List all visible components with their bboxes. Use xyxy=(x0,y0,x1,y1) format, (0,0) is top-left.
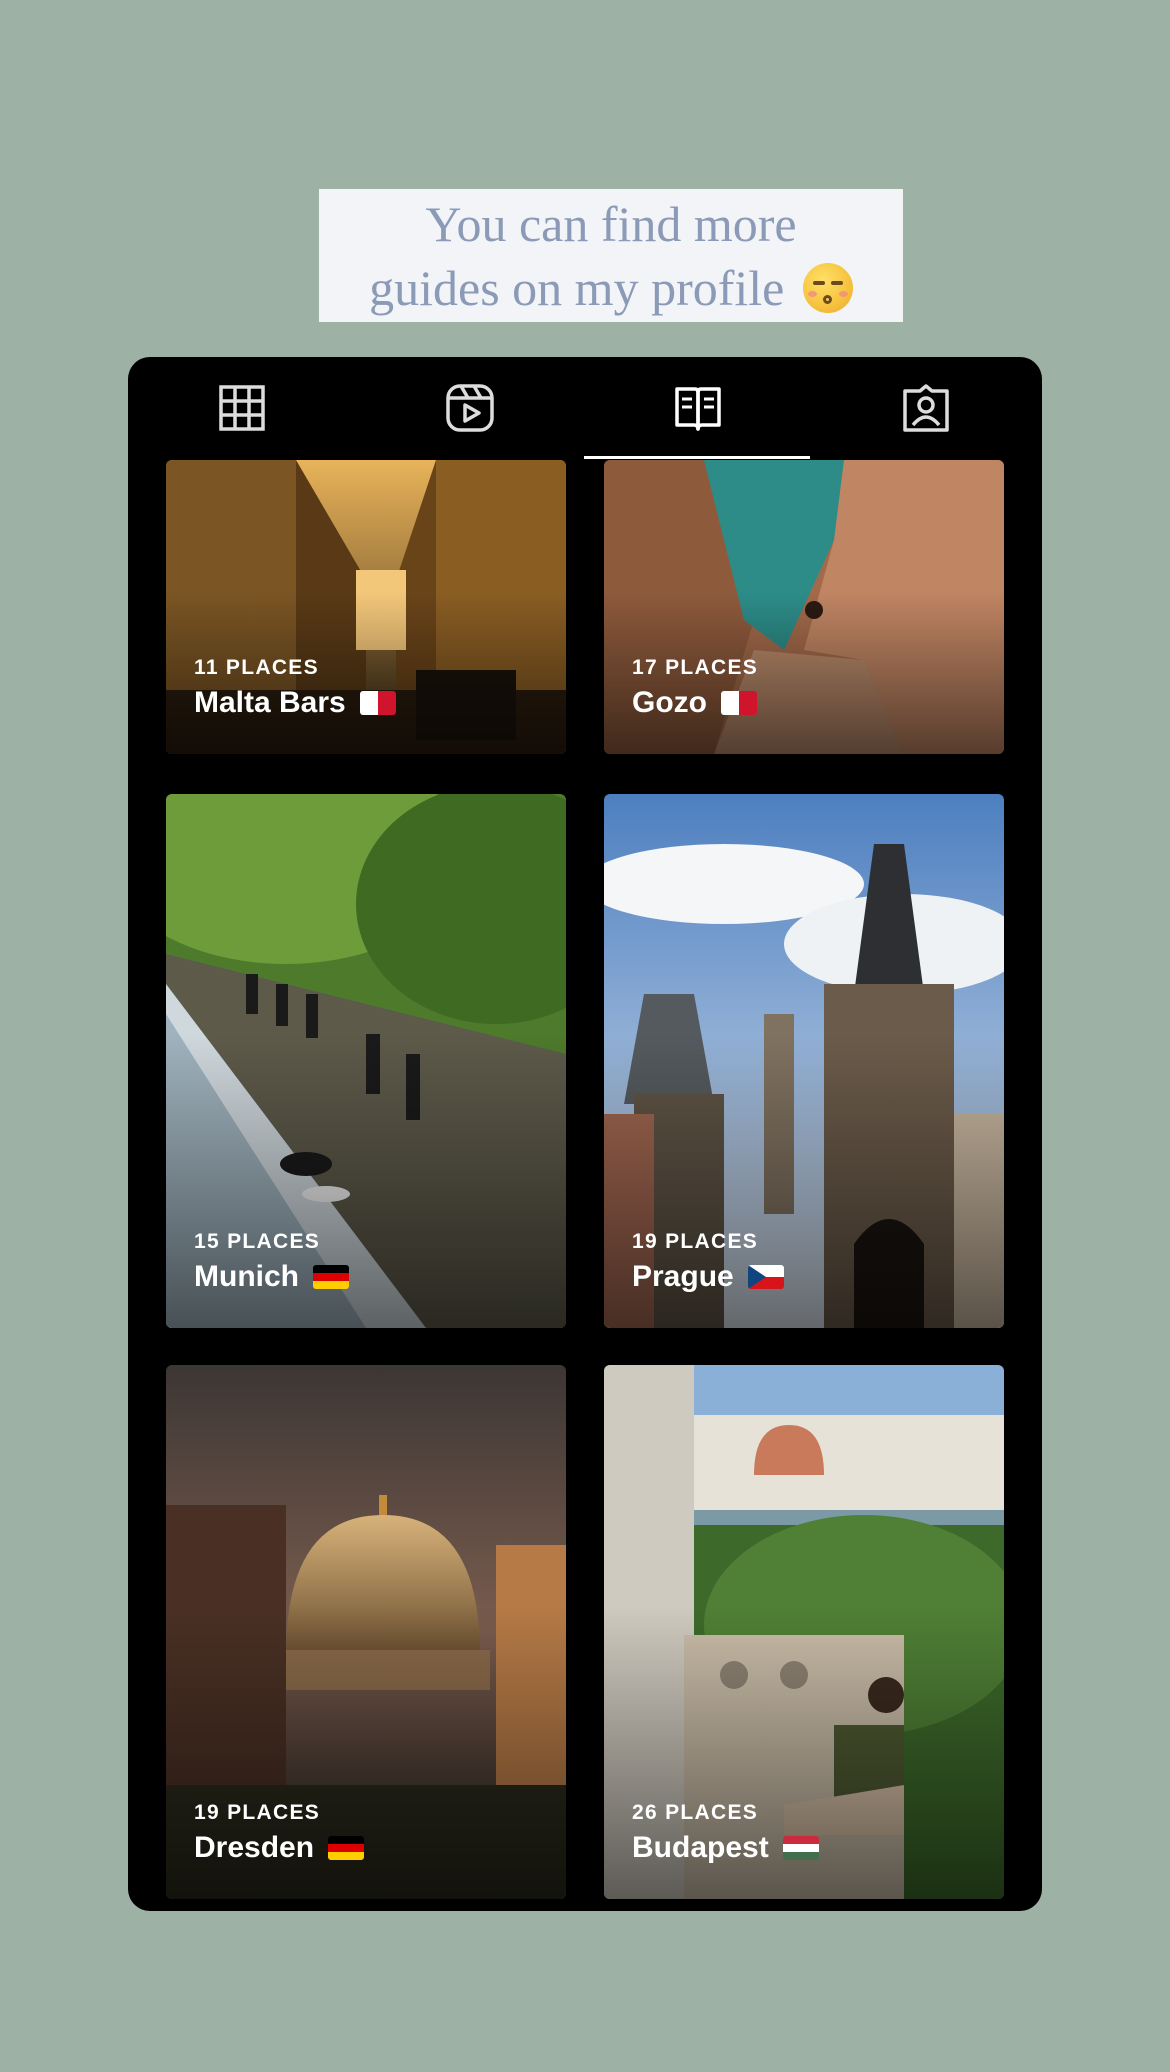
guide-place-count: 11 PLACES xyxy=(194,656,319,679)
story-caption: You can find more guides on my profile xyxy=(319,189,903,322)
guides-book-icon xyxy=(675,387,721,431)
tab-reels[interactable] xyxy=(356,357,584,459)
guide-title: Gozo xyxy=(632,686,707,719)
guide-card-prague[interactable]: 19 PLACES Prague xyxy=(604,794,1004,1328)
guide-title: Malta Bars xyxy=(194,686,346,719)
tab-guides[interactable] xyxy=(584,357,812,459)
guide-card-gozo[interactable]: 17 PLACES Gozo xyxy=(604,460,1004,754)
profile-guides-panel: 11 PLACES Malta Bars 17 PLACES Gozo 15 P… xyxy=(128,357,1042,1911)
czech-flag-icon xyxy=(747,1265,784,1289)
caption-line-1: You can find more xyxy=(425,195,797,252)
reels-icon xyxy=(446,384,494,432)
guide-title: Munich xyxy=(194,1260,299,1293)
guide-place-count: 17 PLACES xyxy=(632,656,759,679)
active-tab-indicator xyxy=(584,456,810,459)
guide-card-dresden[interactable]: 19 PLACES Dresden xyxy=(166,1365,566,1899)
guide-place-count: 19 PLACES xyxy=(194,1801,321,1824)
germany-flag-icon xyxy=(328,1836,365,1860)
caption-line-2: guides on my profile xyxy=(369,259,785,316)
malta-flag-icon xyxy=(359,691,396,715)
tagged-person-icon xyxy=(903,384,949,432)
guide-place-count: 19 PLACES xyxy=(632,1230,759,1253)
guide-title: Budapest xyxy=(632,1831,769,1864)
grid-icon xyxy=(219,385,265,431)
guide-card-malta-bars[interactable]: 11 PLACES Malta Bars xyxy=(166,460,566,754)
guide-card-budapest[interactable]: 26 PLACES Budapest xyxy=(604,1365,1004,1899)
kissing-face-emoji-icon xyxy=(802,262,853,313)
guide-place-count: 26 PLACES xyxy=(632,1801,759,1824)
tab-grid[interactable] xyxy=(128,357,356,459)
profile-tab-bar xyxy=(128,357,1042,459)
hungary-flag-icon xyxy=(782,1836,819,1860)
germany-flag-icon xyxy=(313,1265,349,1289)
tab-tagged[interactable] xyxy=(812,357,1040,459)
guide-title: Prague xyxy=(632,1260,734,1293)
guide-title: Dresden xyxy=(194,1831,315,1864)
malta-flag-icon xyxy=(721,691,757,715)
guide-place-count: 15 PLACES xyxy=(194,1230,321,1253)
guide-card-munich[interactable]: 15 PLACES Munich xyxy=(166,794,566,1328)
